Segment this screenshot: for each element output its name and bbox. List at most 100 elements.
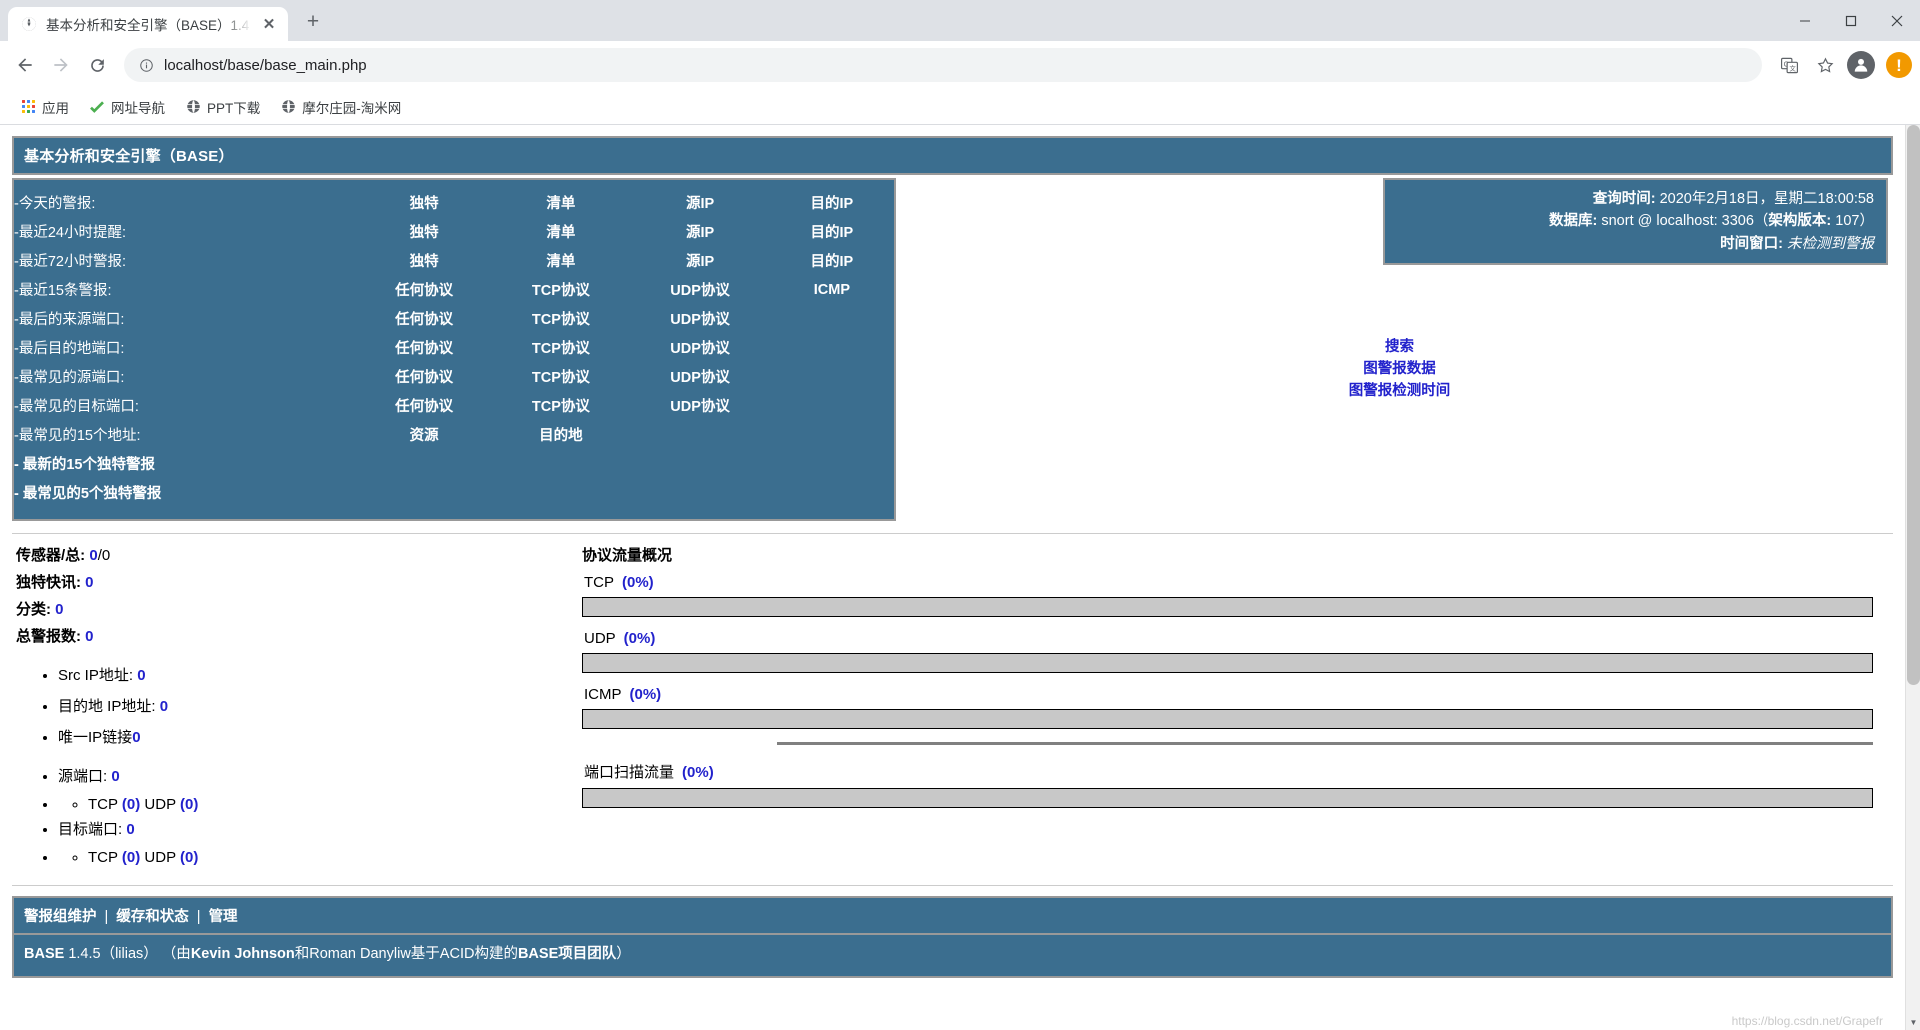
stat-value[interactable]: 0 [85,628,93,645]
src-port-value[interactable]: 0 [111,768,119,785]
menu-link[interactable]: UDP协议 [630,391,769,420]
src-port-label[interactable]: 源端口: [58,768,107,785]
src-ip-value[interactable]: 0 [137,667,145,684]
unique-ip-value[interactable]: 0 [132,729,140,746]
menu-link[interactable]: 任何协议 [357,391,491,420]
scrollbar-thumb[interactable] [1907,125,1920,685]
dst-port-label[interactable]: 目标端口: [58,821,122,838]
stat-value[interactable]: 0 [55,601,63,618]
menu-link[interactable]: 清单 [491,246,630,275]
menu-link[interactable]: UDP协议 [630,333,769,362]
menu-link[interactable]: ICMP [770,275,894,304]
menu-link[interactable]: 目的地 [491,420,630,449]
browser-tab[interactable]: 基本分析和安全引擎（BASE）1.4 ✕ [8,7,288,41]
menu-link[interactable]: UDP协议 [630,362,769,391]
protocol-label-icmp: ICMP (0%) [584,686,1873,703]
menu-link[interactable]: 独特 [357,217,491,246]
back-arrow-icon[interactable] [8,48,42,82]
dst-port-udp-label[interactable]: UDP [144,849,175,866]
menu-link[interactable]: 任何协议 [357,304,491,333]
menu-link-frequent-unique[interactable]: - 最常见的5个独特警报 [14,478,894,507]
dst-ip-label[interactable]: 目的地 IP地址: [58,698,156,715]
maximize-icon[interactable] [1828,0,1874,41]
stat-value[interactable]: 0 [85,574,93,591]
src-port-udp-label[interactable]: UDP [144,796,175,813]
toolbar-actions: G文 ! [1772,48,1912,82]
menu-row: -最后目的地端口: 任何协议 TCP协议 UDP协议 [14,333,894,362]
bookmark-label: 应用 [42,100,69,116]
stat-total-alerts: 总警报数: 0 [16,625,582,646]
menu-row: -最常见的目标端口: 任何协议 TCP协议 UDP协议 [14,391,894,420]
update-alert-icon[interactable]: ! [1886,52,1912,78]
window-controls [1782,0,1920,41]
menu-link[interactable]: 源IP [630,217,769,246]
bookmark-taomi[interactable]: 摩尔庄园-淘米网 [272,93,409,121]
menu-link-latest-unique[interactable]: - 最新的15个独特警报 [14,449,894,478]
menu-link[interactable]: TCP协议 [491,333,630,362]
src-port-tcp-label[interactable]: TCP [88,796,118,813]
forward-arrow-icon[interactable] [44,48,78,82]
menu-link[interactable]: 清单 [491,188,630,217]
menu-link[interactable]: UDP协议 [630,275,769,304]
menu-link[interactable]: TCP协议 [491,304,630,333]
bookmark-ppt[interactable]: PPT下载 [177,93,268,121]
protocol-name: TCP [584,574,614,591]
footer-link-admin[interactable]: 管理 [209,909,238,925]
stat-label: 总警报数: [16,628,81,645]
menu-link[interactable]: 目的IP [770,246,894,275]
stat-value[interactable]: 0 [89,547,97,564]
protocol-percent: (0%) [629,686,662,703]
unique-ip-label[interactable]: 唯一IP链接 [58,729,132,746]
dst-ip-value[interactable]: 0 [160,698,168,715]
stat-suffix: /0 [97,547,111,564]
menu-link[interactable]: 目的IP [770,188,894,217]
address-bar[interactable]: localhost/base/base_main.php [124,48,1762,82]
menu-link[interactable]: 源IP [630,246,769,275]
dst-port-value[interactable]: 0 [126,821,134,838]
menu-link[interactable]: TCP协议 [491,362,630,391]
footer-link-alert-group[interactable]: 警报组维护 [24,909,97,925]
reload-icon[interactable] [80,48,114,82]
menu-link[interactable]: 源IP [630,188,769,217]
tab-close-icon[interactable]: ✕ [260,15,278,33]
query-time-row: 查询时间: 2020年2月18日，星期二18:00:58 [1399,188,1874,210]
page-scrollbar[interactable]: ▲ ▼ [1905,125,1920,1030]
dst-port-tcp-label[interactable]: TCP [88,849,118,866]
menu-link-empty [770,362,894,391]
menu-link[interactable]: 任何协议 [357,333,491,362]
link-graph-alert-detection-time[interactable]: 图警报检测时间 [1349,381,1451,403]
menu-link[interactable]: TCP协议 [491,391,630,420]
scroll-down-icon[interactable]: ▼ [1906,1015,1920,1030]
translate-icon[interactable]: G文 [1772,48,1806,82]
link-graph-alert-data[interactable]: 图警报数据 [1349,359,1451,381]
menu-link[interactable]: 任何协议 [357,275,491,304]
menu-link[interactable]: TCP协议 [491,275,630,304]
dst-port-tcp-value[interactable]: (0) [122,849,140,866]
link-search[interactable]: 搜索 [1349,337,1451,359]
minimize-icon[interactable] [1782,0,1828,41]
stat-label: 独特快讯: [16,574,81,591]
close-icon[interactable] [1874,0,1920,41]
menu-row-label: -今天的警报: [14,196,96,212]
menu-link-empty [630,420,769,449]
menu-link[interactable]: 独特 [357,246,491,275]
stats-section: 传感器/总: 0/0 独特快讯: 0 分类: 0 总警报数: 0 • Src I… [12,544,1893,867]
menu-link[interactable]: 目的IP [770,217,894,246]
url-text: localhost/base/base_main.php [164,56,367,74]
menu-link[interactable]: 独特 [357,188,491,217]
new-tab-button[interactable]: + [296,5,330,39]
menu-link[interactable]: 清单 [491,217,630,246]
star-icon[interactable] [1808,48,1842,82]
dst-port-udp-value[interactable]: (0) [180,849,198,866]
footer-link-cache-status[interactable]: 缓存和状态 [116,909,189,925]
bookmark-hao123[interactable]: 网址导航 [81,93,173,121]
src-port-udp-value[interactable]: (0) [180,796,198,813]
menu-link[interactable]: UDP协议 [630,304,769,333]
stats-bullet-list: Src IP地址: 0 目的地 IP地址: 0 唯一IP链接0 源端口: 0 [16,664,582,866]
bookmark-apps[interactable]: 应用 [12,93,77,121]
src-ip-label[interactable]: Src IP地址: [58,667,133,684]
menu-link[interactable]: 资源 [357,420,491,449]
menu-link[interactable]: 任何协议 [357,362,491,391]
src-port-tcp-value[interactable]: (0) [122,796,140,813]
avatar[interactable] [1844,48,1878,82]
